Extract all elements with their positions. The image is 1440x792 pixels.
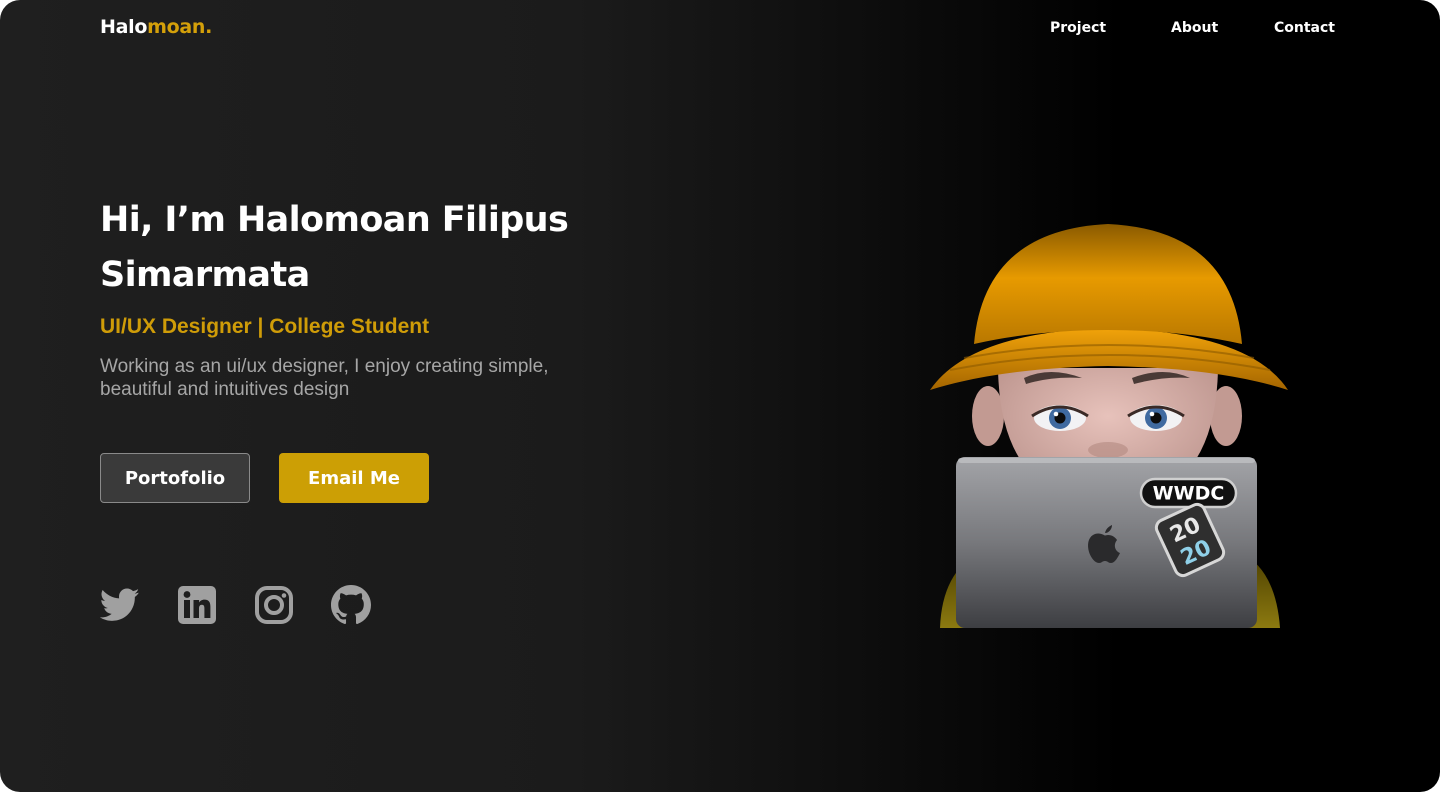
avatar-hat-crown <box>974 224 1242 344</box>
instagram-icon[interactable] <box>253 584 295 626</box>
avatar-left-ear <box>972 386 1004 446</box>
svg-text:WWDC: WWDC <box>1153 483 1225 505</box>
hero-role: UI/UX Designer | College Student <box>100 315 430 338</box>
nav-link-contact[interactable]: Contact <box>1274 20 1335 36</box>
portfolio-button[interactable]: Portofolio <box>100 453 250 503</box>
memoji-illustration: WWDC 20 20 <box>930 224 1288 628</box>
linkedin-icon[interactable] <box>176 584 218 626</box>
landing-page: Halomoan. Project About Contact Hi, I’m … <box>0 0 1440 792</box>
logo-part-halo: Halo <box>100 16 148 38</box>
github-icon[interactable] <box>330 584 372 626</box>
twitter-icon[interactable] <box>99 584 141 626</box>
hero-headline: Hi, I’m Halomoan Filipus Simarmata <box>100 200 569 295</box>
nav-link-project[interactable]: Project <box>1050 20 1106 36</box>
hero-description: Working as an ui/ux designer, I enjoy cr… <box>100 356 549 400</box>
email-me-button[interactable]: Email Me <box>279 453 429 503</box>
nav-link-about[interactable]: About <box>1171 20 1218 36</box>
wwdc-sticker: WWDC <box>1139 477 1238 509</box>
logo[interactable]: Halomoan. <box>100 16 212 38</box>
logo-part-moan: moan. <box>147 16 213 38</box>
